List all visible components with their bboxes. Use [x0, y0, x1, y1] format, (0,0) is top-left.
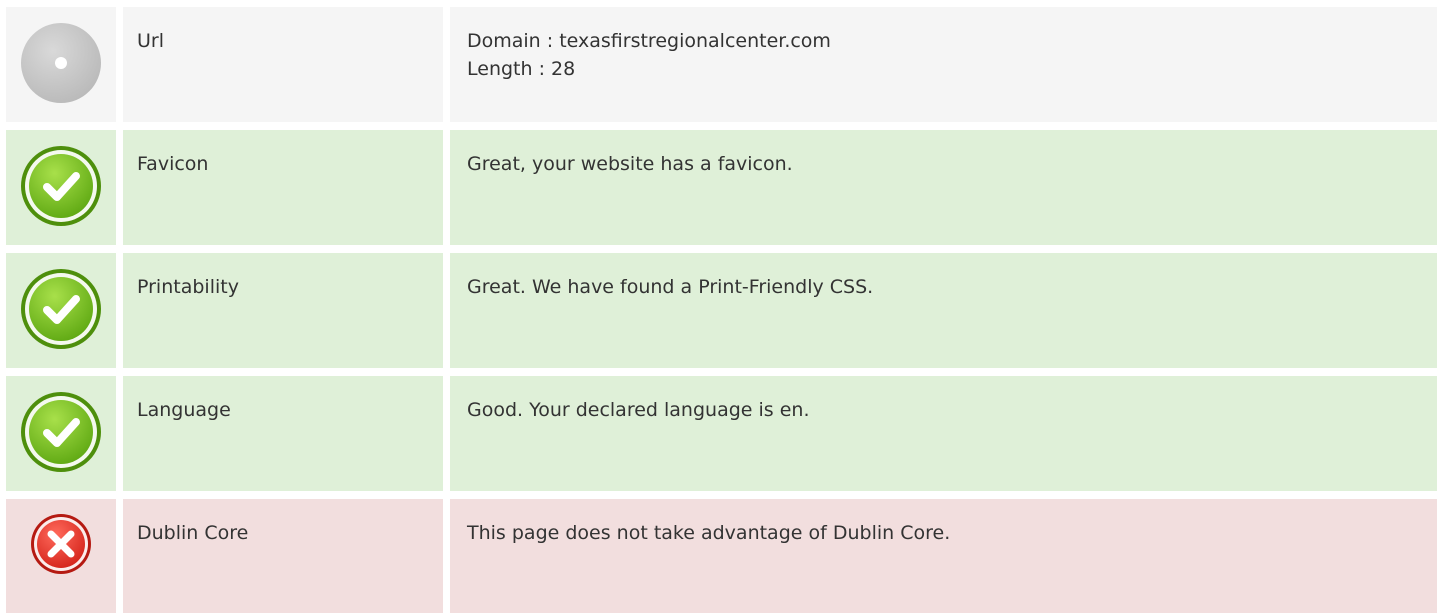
checkmark-icon	[20, 391, 102, 473]
row-label-cell: Language	[123, 376, 443, 491]
row-label: Printability	[137, 276, 239, 298]
row-label-cell: Printability	[123, 253, 443, 368]
row-label-cell: Favicon	[123, 130, 443, 245]
result-row-favicon: Favicon Great, your website has a favico…	[6, 130, 1437, 245]
row-label: Dublin Core	[137, 522, 249, 544]
row-description-cell: Good. Your declared language is en.	[450, 376, 1437, 491]
row-label-cell: Dublin Core	[123, 499, 443, 613]
result-row-language: Language Good. Your declared language is…	[6, 376, 1437, 491]
status-cell	[6, 130, 116, 245]
row-label: Favicon	[137, 153, 209, 175]
checkmark-icon	[20, 268, 102, 350]
status-cell	[6, 376, 116, 491]
row-description-cell: Great, your website has a favicon.	[450, 130, 1437, 245]
row-description: Great, your website has a favicon.	[467, 153, 793, 175]
row-description-cell: Domain : texasfirstregionalcenter.com Le…	[450, 7, 1437, 122]
row-description: Great. We have found a Print-Friendly CS…	[467, 276, 874, 298]
result-row-printability: Printability Great. We have found a Prin…	[6, 253, 1437, 368]
domain-text: Domain : texasfirstregionalcenter.com	[467, 30, 831, 52]
status-cell	[6, 7, 116, 122]
row-description: Good. Your declared language is en.	[467, 399, 810, 421]
status-cell	[6, 253, 116, 368]
row-description-cell: This page does not take advantage of Dub…	[450, 499, 1437, 613]
row-description: This page does not take advantage of Dub…	[467, 522, 951, 544]
length-text: Length : 28	[467, 58, 576, 80]
seo-results-table: Url Domain : texasfirstregionalcenter.co…	[6, 7, 1437, 613]
cross-icon	[30, 513, 92, 575]
row-label: Language	[137, 399, 231, 421]
row-label-cell: Url	[123, 7, 443, 122]
checkmark-icon	[20, 145, 102, 227]
neutral-circle-icon	[20, 22, 102, 104]
status-cell	[6, 499, 116, 613]
result-row-url: Url Domain : texasfirstregionalcenter.co…	[6, 7, 1437, 122]
row-description-cell: Great. We have found a Print-Friendly CS…	[450, 253, 1437, 368]
result-row-dublin-core: Dublin Core This page does not take adva…	[6, 499, 1437, 613]
row-label: Url	[137, 30, 164, 52]
